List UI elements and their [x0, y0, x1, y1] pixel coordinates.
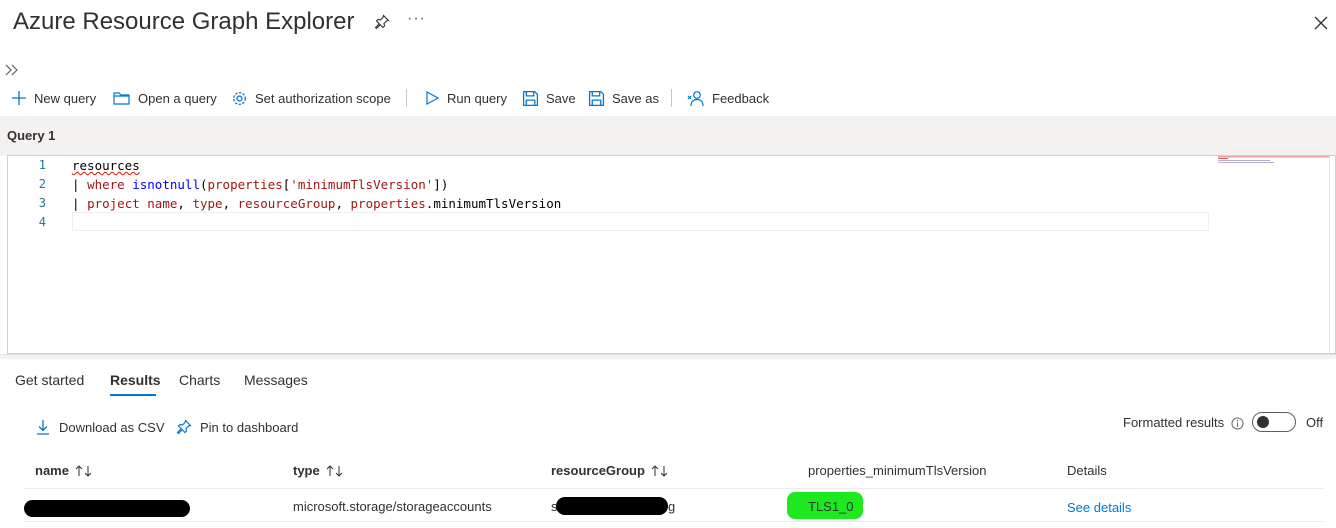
- save-as-icon: [588, 90, 605, 106]
- code-comma: ,: [222, 196, 238, 211]
- table-header-divider: [24, 488, 1324, 489]
- column-header-label: resourceGroup: [551, 463, 645, 478]
- code-table-token: resources: [72, 158, 140, 173]
- code-paren: (: [199, 177, 208, 192]
- code-line-2: | where isnotnull(properties['minimumTls…: [72, 177, 448, 192]
- code-member: .minimumTlsVersion: [425, 196, 562, 211]
- current-line-highlight: [72, 212, 1209, 231]
- gear-icon: [233, 91, 246, 105]
- line-number: 2: [38, 177, 46, 191]
- formatted-results-label: Formatted results: [1123, 415, 1225, 430]
- toggle-knob: [1257, 416, 1269, 428]
- editor-minimap[interactable]: [1218, 156, 1330, 166]
- code-close: ]): [433, 177, 449, 192]
- see-details-link[interactable]: See details: [1067, 500, 1131, 515]
- close-icon[interactable]: [1313, 15, 1329, 31]
- tab-get-started[interactable]: Get started: [15, 372, 84, 388]
- sort-icon: [326, 464, 343, 477]
- open-query-label: Open a query: [138, 90, 217, 106]
- set-scope-label: Set authorization scope: [255, 90, 391, 106]
- query-tab-strip: [0, 116, 1336, 156]
- editor-scrollbar[interactable]: [1329, 156, 1330, 353]
- code-line-1: resources: [72, 158, 140, 173]
- set-scope-button[interactable]: Set authorization scope: [231, 86, 391, 110]
- run-query-label: Run query: [447, 90, 507, 106]
- column-header-name[interactable]: name: [35, 463, 93, 478]
- download-csv-label: Download as CSV: [59, 419, 165, 435]
- tab-charts[interactable]: Charts: [179, 372, 220, 388]
- code-line-3: | project name, type, resourceGroup, pro…: [72, 196, 561, 211]
- feedback-icon: [687, 90, 704, 106]
- run-query-button[interactable]: Run query: [424, 86, 507, 110]
- code-comma: ,: [335, 196, 351, 211]
- new-query-button[interactable]: New query: [11, 86, 96, 110]
- code-string: 'minimumTlsVersion': [290, 177, 434, 192]
- play-icon: [426, 90, 440, 106]
- save-button[interactable]: Save: [522, 86, 576, 110]
- page-title: Azure Resource Graph Explorer: [13, 8, 355, 35]
- code-function: isnotnull: [132, 177, 200, 192]
- code-pipe: |: [72, 196, 88, 211]
- column-header-resourcegroup[interactable]: resourceGroup: [551, 463, 669, 478]
- sort-icon: [75, 464, 92, 477]
- tab-messages[interactable]: Messages: [244, 372, 308, 388]
- pin-dashboard-label: Pin to dashboard: [200, 419, 299, 435]
- tab-results[interactable]: Results: [110, 372, 161, 388]
- column-header-label: name: [35, 463, 69, 478]
- code-column: type: [192, 196, 223, 211]
- table-row-divider: [24, 521, 1324, 522]
- code-keyword: project: [87, 196, 140, 211]
- download-csv-button[interactable]: Download as CSV: [35, 419, 165, 435]
- download-icon: [37, 420, 49, 435]
- active-tab-indicator: [110, 394, 156, 396]
- folder-icon: [113, 92, 130, 105]
- code-column: resourceGroup: [237, 196, 336, 211]
- info-icon[interactable]: [1231, 417, 1244, 430]
- expand-chevrons-icon[interactable]: [4, 62, 20, 78]
- cell-resourcegroup-end: g: [668, 499, 676, 514]
- redacted-resourcegroup: [556, 497, 668, 515]
- pin-icon: [176, 419, 192, 435]
- tab-query-1[interactable]: Query 1: [0, 116, 63, 154]
- pane-splitter[interactable]: [0, 354, 1336, 359]
- save-label: Save: [546, 90, 576, 106]
- new-query-label: New query: [34, 90, 97, 106]
- toolbar-divider: [406, 89, 407, 107]
- code-keyword: where: [87, 177, 125, 192]
- redacted-name: [24, 500, 190, 517]
- pin-dashboard-button[interactable]: Pin to dashboard: [176, 419, 298, 435]
- column-header-tls[interactable]: properties_minimumTlsVersion: [808, 463, 986, 478]
- more-options-icon[interactable]: ···: [407, 10, 426, 28]
- open-query-button[interactable]: Open a query: [113, 86, 217, 110]
- save-icon: [522, 90, 539, 106]
- toolbar-divider: [671, 89, 672, 107]
- formatted-results-toggle[interactable]: [1252, 412, 1296, 432]
- code-column: name: [147, 196, 178, 211]
- query-editor[interactable]: 1 2 3 4 resources | where isnotnull(prop…: [7, 155, 1336, 354]
- save-as-button[interactable]: Save as: [588, 86, 659, 110]
- toggle-state-label: Off: [1306, 415, 1324, 430]
- feedback-label: Feedback: [712, 90, 770, 106]
- line-number: 4: [38, 215, 46, 229]
- cell-type: microsoft.storage/storageaccounts: [293, 499, 492, 514]
- save-as-label: Save as: [612, 90, 659, 106]
- code-column: properties: [350, 196, 426, 211]
- column-header-details: Details: [1067, 463, 1107, 478]
- cell-tls-version: TLS1_0: [808, 499, 854, 514]
- line-number: 1: [38, 158, 46, 172]
- column-header-label: type: [293, 463, 320, 478]
- plus-icon: [12, 91, 26, 105]
- code-pipe: |: [72, 177, 88, 192]
- command-bar: New query Open a query Set authorization…: [0, 86, 800, 110]
- feedback-button[interactable]: Feedback: [687, 86, 769, 110]
- pin-icon[interactable]: [374, 14, 390, 30]
- column-header-label: Details: [1067, 463, 1107, 478]
- column-header-type[interactable]: type: [293, 463, 344, 478]
- line-number: 3: [38, 196, 46, 210]
- code-comma: ,: [177, 196, 193, 211]
- code-property: properties: [207, 177, 283, 192]
- sort-icon: [651, 464, 668, 477]
- column-header-label: properties_minimumTlsVersion: [808, 463, 987, 478]
